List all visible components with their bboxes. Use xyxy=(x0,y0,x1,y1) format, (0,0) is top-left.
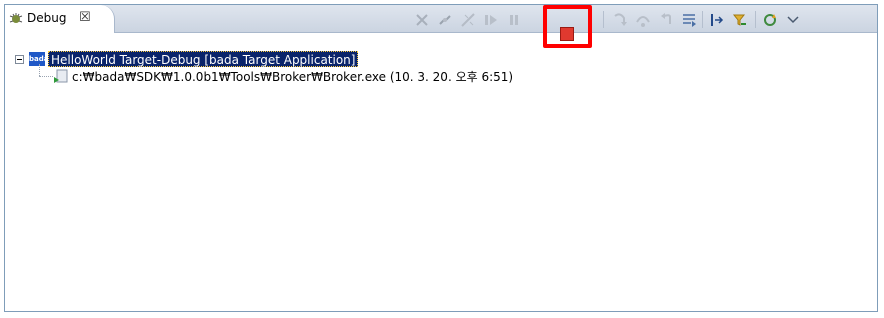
step-return-icon[interactable] xyxy=(658,12,674,28)
terminate-highlight-box xyxy=(543,5,592,48)
toolbar-separator xyxy=(702,11,703,28)
toolbar-separator xyxy=(603,11,604,28)
tab-debug-label: Debug xyxy=(27,11,67,25)
instruction-stepping-icon[interactable] xyxy=(709,12,725,28)
step-into-icon[interactable] xyxy=(612,12,628,28)
process-icon xyxy=(54,69,68,83)
launch-tree-item[interactable]: HelloWorld Target-Debug [bada Target App… xyxy=(48,51,359,67)
refresh-icon[interactable] xyxy=(762,12,778,28)
tree-line xyxy=(39,76,53,78)
disconnect-all-icon[interactable] xyxy=(437,12,453,28)
tab-debug[interactable]: Debug ☒ xyxy=(5,5,115,33)
drop-to-frame-icon[interactable] xyxy=(681,12,697,28)
remove-all-terminated-icon[interactable] xyxy=(460,12,476,28)
use-step-filters-icon[interactable] xyxy=(732,12,748,28)
tab-close-icon[interactable]: ☒ xyxy=(79,10,91,25)
toolbar-separator xyxy=(755,11,756,28)
bada-app-icon: bada xyxy=(29,52,48,66)
remove-terminated-icon[interactable] xyxy=(414,12,430,28)
debug-bug-icon xyxy=(9,13,23,23)
step-over-icon[interactable] xyxy=(635,12,651,28)
debug-view-toolbar: Debug ☒ xyxy=(5,5,877,33)
suspend-icon[interactable] xyxy=(506,12,522,28)
resume-icon[interactable] xyxy=(483,12,499,28)
view-menu-icon[interactable] xyxy=(785,12,801,28)
tree-line xyxy=(39,64,41,76)
tree-collapse-toggle[interactable] xyxy=(15,55,24,64)
debug-view: Debug ☒ bada HelloWorld Target-Debug [ba… xyxy=(4,4,878,312)
process-tree-item[interactable]: c:₩bada₩SDK₩1.0.0b1₩Tools₩Broker₩Broker.… xyxy=(72,69,513,85)
